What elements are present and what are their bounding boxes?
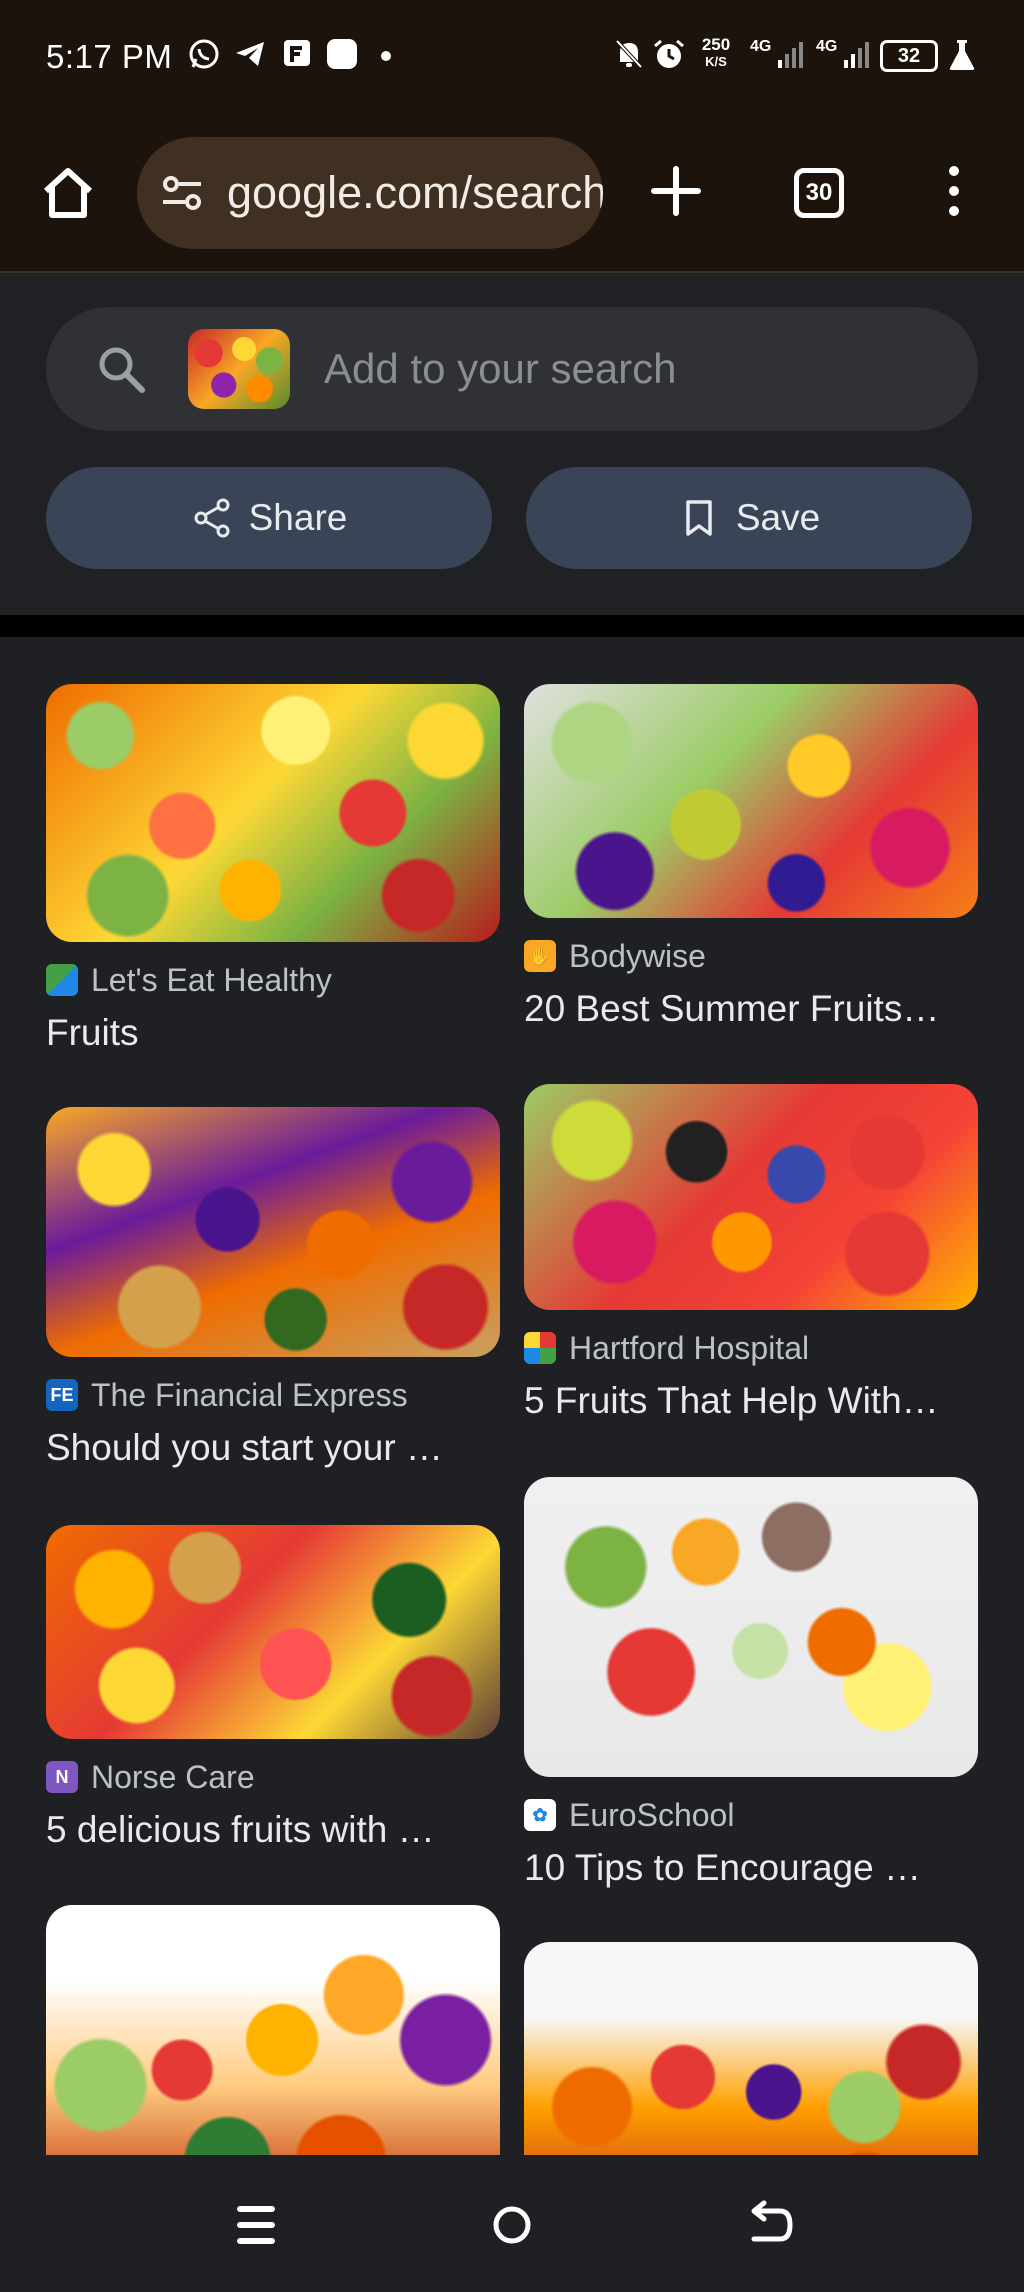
telegram-icon (236, 42, 264, 66)
result-image[interactable] (524, 684, 978, 918)
net-speed: 250 K/S (698, 36, 734, 70)
result-title[interactable]: 5 Fruits That Help With… (524, 1380, 978, 1422)
result-card[interactable]: FE The Financial Express Should you star… (46, 1107, 500, 1469)
search-placeholder[interactable]: Add to your search (324, 345, 677, 393)
alarm-icon (654, 39, 684, 68)
net-speed-unit: K/S (705, 54, 727, 69)
result-card[interactable]: ✋ Bodywise 20 Best Summer Fruits… (524, 684, 978, 1030)
result-title[interactable]: Fruits (46, 1012, 500, 1054)
recents-icon[interactable] (224, 2193, 288, 2257)
visual-matches-grid: Let's Eat Healthy Fruits ✋ Bodywise 20 B… (0, 637, 1024, 2155)
result-source: Hartford Hospital (524, 1330, 978, 1366)
lens-panel: Add to your search Share Save (0, 275, 1024, 615)
home-nav-icon[interactable] (480, 2193, 544, 2257)
source-name: Norse Care (91, 1758, 255, 1795)
signal-icon (778, 42, 803, 68)
sim1-label: 4G (750, 38, 772, 55)
share-label: Share (248, 497, 348, 538)
bookmark-icon (686, 500, 712, 536)
result-title[interactable]: 10 Tips to Encourage … (524, 1847, 978, 1889)
tab-count: 30 (805, 179, 833, 206)
favicon-icon: FE (46, 1379, 78, 1411)
result-card[interactable]: N Norse Care 5 delicious fruits with … (46, 1525, 500, 1851)
result-source: Let's Eat Healthy (46, 962, 500, 998)
result-image[interactable] (46, 1107, 500, 1357)
lens-search-box[interactable]: Add to your search (46, 307, 978, 431)
result-source: FE The Financial Express (46, 1377, 500, 1413)
battery-icon: 32 (880, 40, 938, 72)
favicon-icon: N (46, 1761, 78, 1793)
source-name: Let's Eat Healthy (91, 961, 332, 998)
url-text[interactable]: google.com/search (227, 167, 603, 219)
panel-divider (0, 615, 1024, 637)
result-title[interactable]: 20 Best Summer Fruits… (524, 988, 978, 1030)
result-image[interactable] (46, 1525, 500, 1739)
more-menu-icon[interactable] (942, 163, 966, 219)
signal-icon-2 (844, 42, 869, 68)
result-image[interactable] (524, 1084, 978, 1310)
home-icon[interactable] (40, 165, 96, 221)
result-image[interactable] (46, 684, 500, 942)
result-source: ✋ Bodywise (524, 938, 978, 974)
share-button[interactable]: Share (46, 467, 492, 569)
result-card[interactable] (524, 1942, 978, 2155)
favicon-icon (46, 964, 78, 996)
result-card[interactable]: Let's Eat Healthy Fruits (46, 684, 500, 1054)
system-nav-bar (0, 2155, 1024, 2292)
address-bar[interactable]: google.com/search (137, 137, 603, 249)
source-name: EuroSchool (569, 1796, 735, 1833)
result-image[interactable] (46, 1905, 500, 2155)
result-image[interactable] (524, 1477, 978, 1777)
dot-icon (381, 51, 391, 61)
result-title[interactable]: 5 delicious fruits with … (46, 1809, 500, 1851)
favicon-icon: ✋ (524, 940, 556, 972)
source-name: Bodywise (569, 937, 706, 974)
result-card[interactable]: ✿ EuroSchool 10 Tips to Encourage … (524, 1477, 978, 1889)
sim2-label: 4G (816, 38, 838, 55)
favicon-icon (524, 1332, 556, 1364)
new-tab-icon[interactable] (648, 163, 704, 219)
share-icon (194, 498, 230, 538)
net-speed-value: 250 (701, 35, 731, 54)
save-label: Save (735, 497, 821, 538)
save-button[interactable]: Save (526, 467, 972, 569)
back-icon[interactable] (736, 2193, 800, 2257)
status-bar: 5:17 PM 250 K/S 4G 4G 32 (0, 0, 1024, 115)
result-source: ✿ EuroSchool (524, 1797, 978, 1833)
result-card[interactable] (46, 1905, 500, 2155)
result-title[interactable]: Should you start your … (46, 1427, 500, 1469)
flask-icon (949, 40, 975, 70)
tab-switcher-button[interactable]: 30 (794, 168, 844, 218)
source-name: Hartford Hospital (569, 1329, 810, 1366)
whatsapp-icon (189, 39, 219, 69)
query-image-thumbnail[interactable] (188, 329, 290, 409)
source-name: The Financial Express (91, 1376, 408, 1413)
mute-icon (615, 39, 643, 69)
result-source: N Norse Care (46, 1759, 500, 1795)
screen: 5:17 PM 250 K/S 4G 4G 32 google.com/sear… (0, 0, 1024, 2292)
result-card[interactable]: Hartford Hospital 5 Fruits That Help Wit… (524, 1084, 978, 1422)
favicon-icon: ✿ (524, 1799, 556, 1831)
battery-level: 32 (897, 44, 921, 67)
app-square-icon (327, 39, 357, 69)
browser-toolbar: google.com/search 30 (0, 115, 1024, 273)
search-icon (99, 347, 145, 393)
page-info-icon[interactable] (161, 171, 205, 215)
flipboard-icon (284, 40, 310, 66)
status-time: 5:17 PM (46, 38, 173, 75)
result-image[interactable] (524, 1942, 978, 2155)
